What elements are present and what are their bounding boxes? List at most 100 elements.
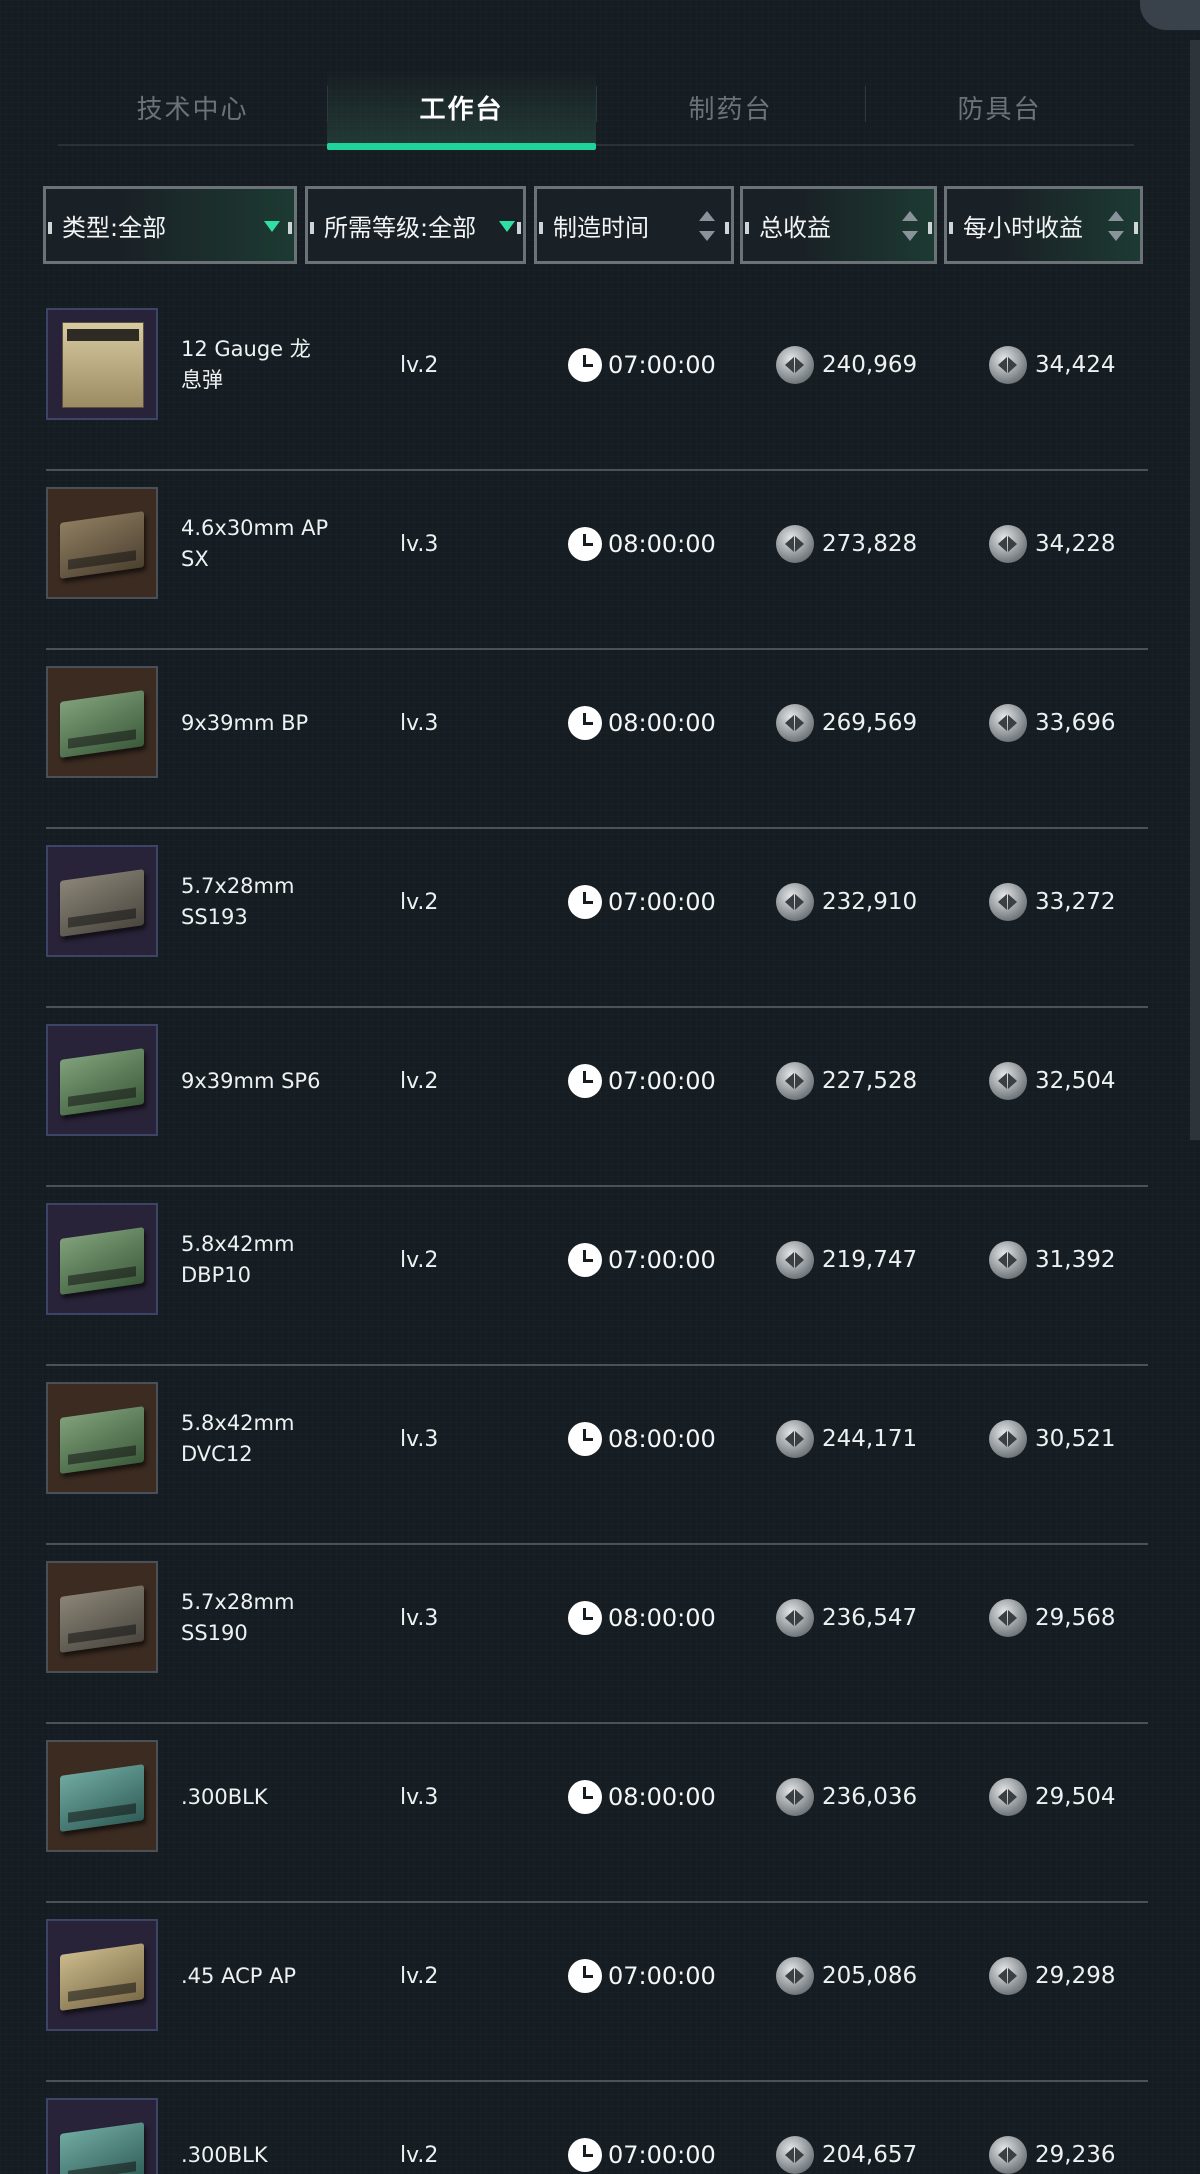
hourly-profit-value: 29,568 xyxy=(1035,1605,1116,1631)
craft-time-value: 07:00:00 xyxy=(608,351,716,379)
hourly-profit: 33,696 xyxy=(989,650,1115,796)
coin-icon xyxy=(989,525,1027,563)
list-item[interactable]: 5.7x28mm SS190 lv.3 08:00:00 236,547 29,… xyxy=(46,1545,1148,1724)
list-item[interactable]: 9x39mm SP6 lv.2 07:00:00 227,528 32,504 xyxy=(46,1008,1148,1187)
sort-icon xyxy=(902,211,918,241)
item-thumbnail xyxy=(46,1203,158,1315)
list-item[interactable]: 5.8x42mm DBP10 lv.2 07:00:00 219,747 31,… xyxy=(46,1187,1148,1366)
coin-icon xyxy=(989,2136,1027,2174)
hourly-profit-value: 31,392 xyxy=(1035,1247,1116,1273)
item-name: 5.7x28mm SS193 xyxy=(181,874,295,929)
corner-tab xyxy=(1140,0,1200,30)
total-profit: 219,747 xyxy=(776,1187,917,1333)
craft-time: 07:00:00 xyxy=(568,2082,716,2174)
ammo-box-icon xyxy=(60,1406,144,1474)
coin-icon xyxy=(776,346,814,384)
hourly-sort-label: 每小时收益 xyxy=(963,213,1083,242)
coin-icon xyxy=(776,704,814,742)
craft-time: 08:00:00 xyxy=(568,1366,716,1512)
coin-icon xyxy=(776,1062,814,1100)
item-name: 12 Gauge 龙息弹 xyxy=(181,337,311,392)
coin-icon xyxy=(776,883,814,921)
list-item[interactable]: 4.6x30mm AP SX lv.3 08:00:00 273,828 34,… xyxy=(46,471,1148,650)
craft-time: 07:00:00 xyxy=(568,829,716,975)
clock-icon xyxy=(568,1422,602,1456)
total-profit: 236,547 xyxy=(776,1545,917,1691)
craft-time: 08:00:00 xyxy=(568,1724,716,1870)
ammo-box-icon xyxy=(60,2122,144,2174)
total-profit-value: 205,086 xyxy=(822,1963,918,1989)
list-item[interactable]: 12 Gauge 龙息弹 lv.2 07:00:00 240,969 34,42… xyxy=(46,292,1148,471)
list-item[interactable]: 9x39mm BP lv.3 08:00:00 269,569 33,696 xyxy=(46,650,1148,829)
total-profit-value: 227,528 xyxy=(822,1068,918,1094)
sort-icon xyxy=(699,211,715,241)
total-profit: 269,569 xyxy=(776,650,917,796)
item-thumbnail xyxy=(46,666,158,778)
item-name: .300BLK xyxy=(181,2142,268,2167)
chevron-down-icon xyxy=(499,221,515,232)
craft-time-value: 08:00:00 xyxy=(608,709,716,737)
scrollbar[interactable] xyxy=(1190,40,1200,1140)
hourly-profit-value: 30,521 xyxy=(1035,1426,1116,1452)
hourly-profit: 30,521 xyxy=(989,1366,1115,1512)
item-level: lv.2 xyxy=(400,2142,439,2168)
list-item[interactable]: .300BLK lv.3 08:00:00 236,036 29,504 xyxy=(46,1724,1148,1903)
hourly-profit-value: 29,298 xyxy=(1035,1963,1116,1989)
tab-workbench[interactable]: 工作台 xyxy=(327,70,596,150)
coin-icon xyxy=(989,1420,1027,1458)
craft-time-value: 08:00:00 xyxy=(608,1604,716,1632)
coin-icon xyxy=(989,1778,1027,1816)
coin-icon xyxy=(776,1599,814,1637)
total-profit: 240,969 xyxy=(776,292,917,438)
hourly-profit: 33,272 xyxy=(989,829,1115,975)
ammo-box-icon xyxy=(60,869,144,937)
list-item[interactable]: .300BLK lv.2 07:00:00 204,657 29,236 xyxy=(46,2082,1148,2174)
hourly-sort-button[interactable]: 每小时收益 xyxy=(944,186,1143,264)
item-level: lv.2 xyxy=(400,1247,439,1273)
craft-time: 07:00:00 xyxy=(568,1008,716,1154)
type-filter-dropdown[interactable]: 类型:全部 xyxy=(43,186,297,264)
total-profit: 273,828 xyxy=(776,471,917,617)
clock-icon xyxy=(568,1601,602,1635)
level-filter-dropdown[interactable]: 所需等级:全部 xyxy=(305,186,526,264)
item-thumbnail xyxy=(46,845,158,957)
item-thumbnail xyxy=(46,1024,158,1136)
shotgun-shell-box-icon xyxy=(62,322,144,408)
total-profit: 227,528 xyxy=(776,1008,917,1154)
clock-icon xyxy=(568,1243,602,1277)
level-filter-label: 所需等级:全部 xyxy=(324,213,477,242)
total-profit-value: 204,657 xyxy=(822,2142,918,2168)
hourly-profit-value: 33,272 xyxy=(1035,889,1116,915)
hourly-profit-value: 34,228 xyxy=(1035,531,1116,557)
coin-icon xyxy=(776,1778,814,1816)
item-level: lv.2 xyxy=(400,1068,439,1094)
clock-icon xyxy=(568,527,602,561)
coin-icon xyxy=(989,1241,1027,1279)
tab-bar: 技术中心 工作台 制药台 防具台 xyxy=(58,70,1134,150)
item-name: .45 ACP AP xyxy=(181,1963,297,1988)
clock-icon xyxy=(568,1959,602,1993)
ammo-box-icon xyxy=(60,511,144,579)
time-sort-button[interactable]: 制造时间 xyxy=(534,186,734,264)
clock-icon xyxy=(568,885,602,919)
ammo-box-icon xyxy=(60,1585,144,1653)
coin-icon xyxy=(989,1062,1027,1100)
list-item[interactable]: 5.7x28mm SS193 lv.2 07:00:00 232,910 33,… xyxy=(46,829,1148,1008)
tab-pharmacy[interactable]: 制药台 xyxy=(596,70,865,144)
tab-armor[interactable]: 防具台 xyxy=(865,70,1134,144)
list-item[interactable]: .45 ACP AP lv.2 07:00:00 205,086 29,298 xyxy=(46,1903,1148,2082)
coin-icon xyxy=(989,346,1027,384)
time-sort-label: 制造时间 xyxy=(553,213,649,242)
list-item[interactable]: 5.8x42mm DVC12 lv.3 08:00:00 244,171 30,… xyxy=(46,1366,1148,1545)
hourly-profit: 29,298 xyxy=(989,1903,1115,2049)
coin-icon xyxy=(776,1420,814,1458)
clock-icon xyxy=(568,1780,602,1814)
coin-icon xyxy=(989,883,1027,921)
tab-tech-center[interactable]: 技术中心 xyxy=(58,70,327,144)
item-level: lv.3 xyxy=(400,1426,439,1452)
coin-icon xyxy=(776,525,814,563)
total-profit-value: 236,547 xyxy=(822,1605,918,1631)
hourly-profit-value: 34,424 xyxy=(1035,352,1116,378)
total-profit-value: 273,828 xyxy=(822,531,918,557)
total-sort-button[interactable]: 总收益 xyxy=(740,186,937,264)
